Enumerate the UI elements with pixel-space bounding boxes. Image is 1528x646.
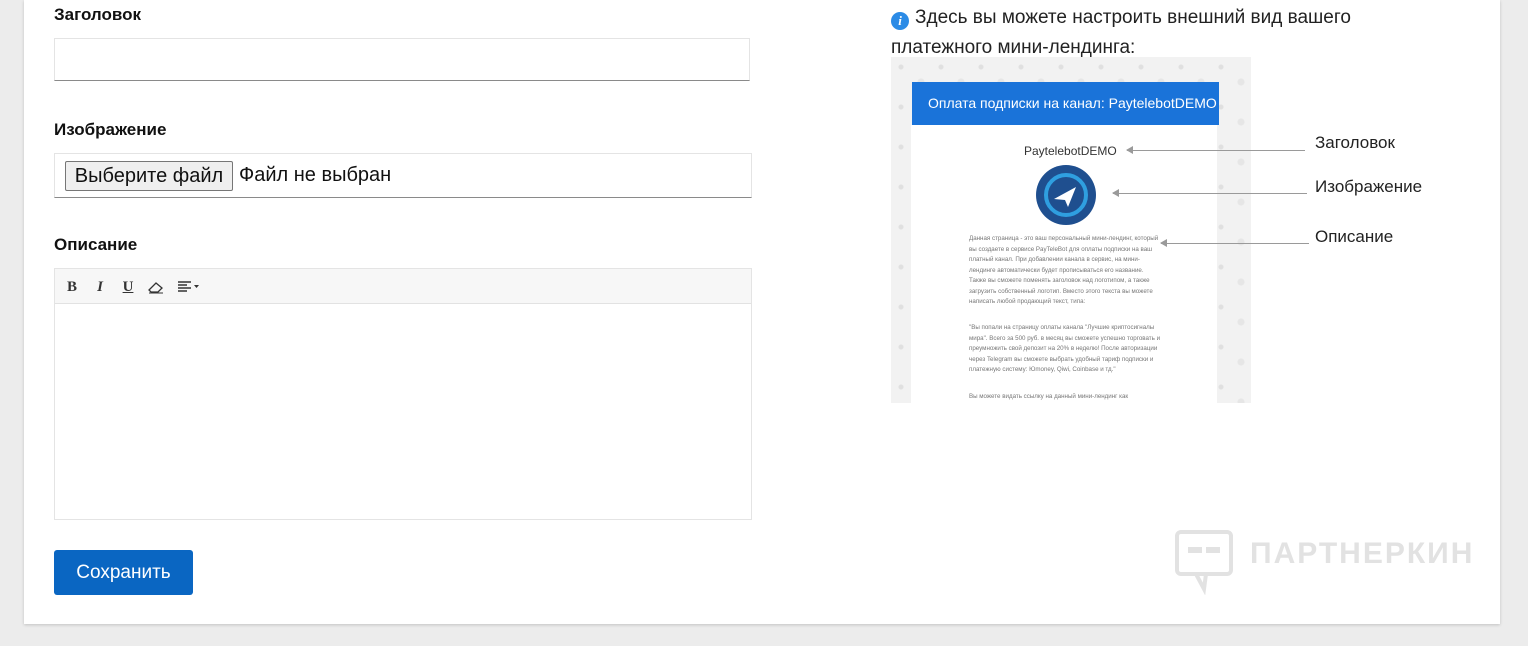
preview-paragraph-2: "Вы попали на страницу оплаты канала "Лу…: [969, 324, 1161, 373]
preview-header: Оплата подписки на канал: PaytelebotDEMO: [912, 82, 1219, 125]
telegram-logo-icon: [1038, 167, 1094, 223]
callout-title: Заголовок: [1315, 133, 1395, 152]
file-picker: Выберите файл Файл не выбран: [54, 153, 752, 198]
italic-button[interactable]: I: [90, 277, 110, 297]
preview-paragraph-3: Вы можете видать ссылку на данный мини-л…: [969, 393, 1129, 400]
description-label: Описание: [54, 235, 138, 254]
title-arrow: [1126, 146, 1305, 154]
preview-paragraph-1: Данная страница - это ваш персональный м…: [969, 235, 1159, 305]
align-left-icon: [178, 281, 199, 292]
editor-toolbar: B I U: [55, 269, 751, 304]
title-label: Заголовок: [54, 5, 142, 24]
editor-content-area[interactable]: [55, 304, 751, 519]
eraser-icon[interactable]: [146, 277, 166, 297]
description-arrow: [1160, 239, 1309, 247]
info-block: i Здесь вы можете настроить внешний вид в…: [891, 3, 1411, 63]
description-editor: B I U: [54, 268, 752, 520]
image-arrow: [1112, 189, 1307, 197]
image-label: Изображение: [54, 120, 167, 139]
callout-description: Описание: [1315, 227, 1394, 246]
file-status: Файл не выбран: [239, 164, 392, 186]
title-input[interactable]: [54, 38, 750, 81]
watermark-logo-icon: [1175, 530, 1233, 596]
watermark: ПАРТНЕРКИН: [1174, 529, 1484, 596]
callout-image: Изображение: [1315, 177, 1423, 196]
eraser-icon-svg: [148, 282, 163, 294]
choose-file-button[interactable]: Выберите файл: [65, 161, 233, 191]
landing-preview-image: Оплата подписки на канал: PaytelebotDEMO…: [891, 57, 1451, 403]
save-button[interactable]: Сохранить: [54, 550, 193, 595]
bold-button[interactable]: B: [62, 277, 82, 297]
preview-logo-icon: [1036, 165, 1096, 225]
underline-button[interactable]: U: [118, 277, 138, 297]
info-icon: i: [891, 12, 909, 30]
align-dropdown-icon[interactable]: [176, 277, 202, 297]
preview-title: PaytelebotDEMO: [1024, 144, 1117, 158]
watermark-text: ПАРТНЕРКИН: [1250, 537, 1475, 570]
info-text: Здесь вы можете настроить внешний вид ва…: [891, 7, 1351, 58]
